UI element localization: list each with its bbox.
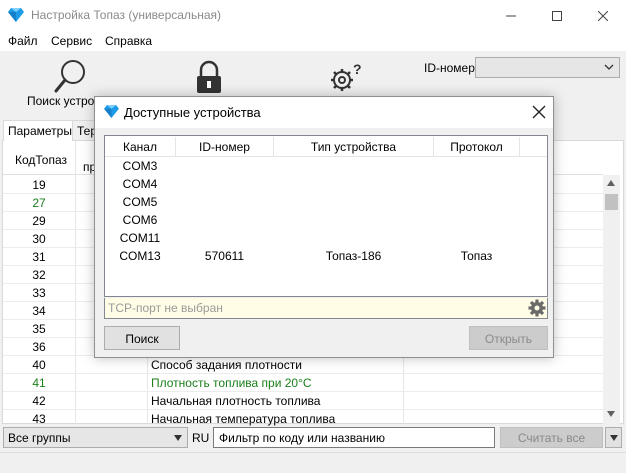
table-row[interactable]: 42 Начальная плотность топлива [3,392,603,410]
list-item[interactable]: COM13 570611 Топаз-186 Топаз [105,247,547,265]
open-button[interactable]: Открыть [469,326,548,350]
row-name: Способ задания плотности [151,358,302,372]
row-name: Начальная температура топлива [151,412,336,426]
cell-device-type: Топаз-186 [325,249,382,263]
column-header-id[interactable]: ID-номер [176,140,273,154]
table-row[interactable]: 40 Способ задания плотности [3,356,603,374]
row-code: 32 [32,268,46,282]
row-code: 35 [32,322,46,336]
cell-channel: COM5 [122,195,158,209]
gear-icon[interactable] [528,299,546,317]
row-code: 43 [32,412,46,426]
column-header-channel[interactable]: Канал [105,140,175,154]
list-item[interactable]: COM6 [105,211,547,229]
cell-id-number: 570611 [204,249,245,263]
row-code: 19 [32,178,46,192]
window-title: Настройка Топаз (универсальная) [31,8,221,22]
read-all-button[interactable]: Считать все [500,427,603,448]
scroll-up-icon[interactable] [606,179,616,187]
menu-file[interactable]: Файл [8,34,38,48]
close-window-button[interactable] [580,0,626,31]
scroll-thumb[interactable] [605,194,618,210]
language-indicator: RU [192,431,210,445]
scroll-down-icon[interactable] [606,410,616,418]
close-icon [598,10,608,21]
tcp-port-field[interactable]: TCP-порт не выбран [104,298,548,319]
maximize-icon [552,10,562,21]
menu-service[interactable]: Сервис [51,34,92,48]
row-code: 42 [32,394,46,408]
row-code: 40 [32,358,46,372]
list-item[interactable]: COM5 [105,193,547,211]
header-divider [519,137,520,156]
tab-parameters[interactable]: Параметры [3,120,73,141]
id-number-combo[interactable] [475,57,620,78]
search-devices-label[interactable]: Поиск устрой [27,94,101,108]
chevron-down-icon [604,64,614,70]
minimize-icon [506,15,516,16]
id-number-label: ID-номер [424,61,475,75]
dropdown-arrow-icon [610,435,618,441]
search-button[interactable]: Поиск [104,326,180,350]
filter-placeholder: Фильтр по коду или названию [219,431,385,445]
diamond-app-icon [104,105,119,118]
column-header-code[interactable]: КодТопаз [5,153,77,167]
groups-value: Все группы [8,431,71,445]
cell-channel: COM13 [119,249,161,263]
groups-combo[interactable]: Все группы [3,427,188,448]
status-bar [0,452,626,473]
lock-icon[interactable] [189,58,229,98]
minimize-button[interactable] [488,0,534,31]
cell-channel: COM11 [119,231,161,245]
table-row[interactable]: 41 Плотность топлива при 20°С [3,374,603,392]
cell-channel: COM3 [122,159,158,173]
cell-protocol: Топаз [460,249,493,263]
row-code: 33 [32,286,46,300]
menu-help[interactable]: Справка [105,34,152,48]
row-code: 34 [32,304,46,318]
search-icon[interactable] [52,58,92,98]
filter-input[interactable]: Фильтр по коду или названию [213,427,495,448]
list-item[interactable]: COM11 [105,229,547,247]
settings-help-icon[interactable]: ? [327,58,367,98]
row-name: Начальная плотность топлива [151,394,321,408]
diamond-app-icon [8,8,24,22]
dropdown-arrow-icon [174,435,182,441]
column-header-device-type[interactable]: Тип устройства [274,140,433,154]
row-code: 41 [32,376,46,390]
dialog-title: Доступные устройства [124,105,261,120]
list-item[interactable]: COM4 [105,175,547,193]
dialog-close-button[interactable] [529,102,549,122]
column-header-protocol[interactable]: Протокол [434,140,519,154]
tcp-port-placeholder: TCP-порт не выбран [108,301,223,315]
list-item[interactable]: COM3 [105,157,547,175]
row-code: 27 [32,196,46,210]
table-row[interactable]: 43 Начальная температура топлива [3,410,603,428]
maximize-button[interactable] [534,0,580,31]
read-all-dropdown-button[interactable] [605,427,622,448]
grid-vertical-scrollbar[interactable] [603,175,620,424]
cell-channel: COM4 [122,177,158,191]
cell-channel: COM6 [122,213,158,227]
row-name: Плотность топлива при 20°С [151,376,312,390]
row-code: 31 [32,250,46,264]
svg-text:?: ? [353,61,362,77]
row-code: 29 [32,214,46,228]
row-code: 30 [32,232,46,246]
row-code: 36 [32,340,46,354]
menu-bar [0,31,626,51]
